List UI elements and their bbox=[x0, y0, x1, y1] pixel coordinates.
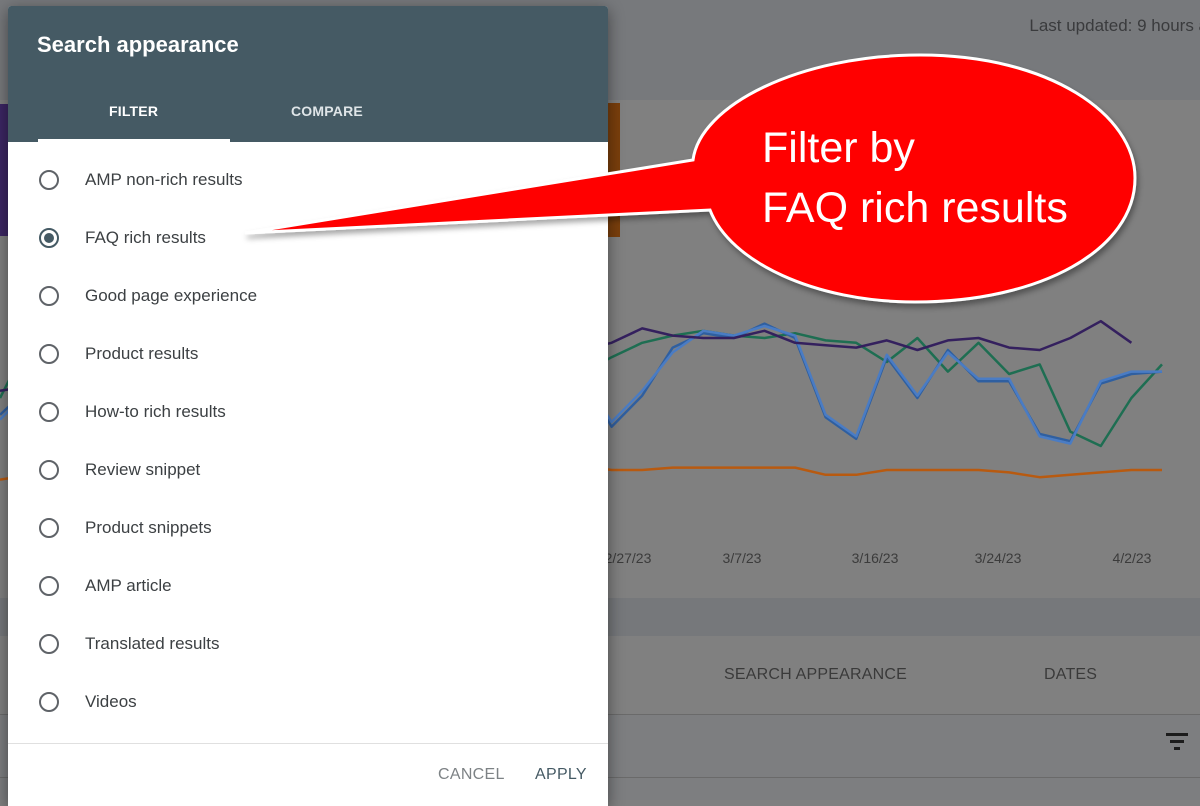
apply-button[interactable]: APPLY bbox=[535, 766, 587, 784]
option-item[interactable]: AMP article bbox=[8, 557, 608, 615]
option-label: Videos bbox=[85, 692, 137, 711]
cancel-button[interactable]: CANCEL bbox=[438, 766, 505, 784]
tab-search-appearance[interactable]: SEARCH APPEARANCE bbox=[724, 666, 907, 684]
option-item[interactable]: AMP non-rich results bbox=[8, 151, 608, 209]
radio-unchecked-icon[interactable] bbox=[39, 518, 59, 538]
callout-line-2: FAQ rich results bbox=[762, 184, 1068, 232]
option-item[interactable]: Product results bbox=[8, 325, 608, 383]
option-item[interactable]: Good page experience bbox=[8, 267, 608, 325]
x-tick-label: 3/24/23 bbox=[975, 550, 1022, 566]
option-item[interactable]: How-to rich results bbox=[8, 383, 608, 441]
dialog-header: Search appearance FILTER COMPARE bbox=[8, 6, 608, 142]
metric-tab-position bbox=[608, 103, 620, 237]
radio-unchecked-icon[interactable] bbox=[39, 576, 59, 596]
dialog-title: Search appearance bbox=[37, 32, 239, 57]
option-item[interactable]: Review snippet bbox=[8, 441, 608, 499]
radio-unchecked-icon[interactable] bbox=[39, 634, 59, 654]
tab-filter[interactable]: FILTER bbox=[109, 103, 158, 119]
option-label: Product snippets bbox=[85, 518, 212, 537]
option-label: Review snippet bbox=[85, 460, 201, 479]
footer-divider bbox=[8, 743, 608, 744]
x-tick-label: 3/7/23 bbox=[723, 550, 762, 566]
radio-unchecked-icon[interactable] bbox=[39, 286, 59, 306]
active-tab-indicator bbox=[38, 139, 230, 142]
option-item[interactable]: Translated results bbox=[8, 615, 608, 673]
radio-checked-icon[interactable] bbox=[39, 228, 59, 248]
x-tick-label: 4/2/23 bbox=[1113, 550, 1152, 566]
option-label: FAQ rich results bbox=[85, 228, 206, 247]
option-item[interactable]: Product snippets bbox=[8, 499, 608, 557]
callout-text: Filter by FAQ rich results bbox=[762, 118, 1068, 238]
radio-unchecked-icon[interactable] bbox=[39, 692, 59, 712]
tab-compare[interactable]: COMPARE bbox=[291, 103, 363, 119]
option-label: Good page experience bbox=[85, 286, 258, 305]
last-updated-text: Last updated: 9 hours a bbox=[1029, 16, 1200, 35]
tab-dates[interactable]: DATES bbox=[1044, 666, 1097, 684]
option-item[interactable]: FAQ rich results bbox=[8, 209, 608, 267]
option-label: Product results bbox=[85, 344, 199, 363]
search-appearance-dialog: Search appearance FILTER COMPARE AMP non… bbox=[8, 6, 608, 806]
radio-unchecked-icon[interactable] bbox=[39, 460, 59, 480]
callout-line-1: Filter by bbox=[762, 124, 915, 172]
radio-unchecked-icon[interactable] bbox=[39, 402, 59, 422]
option-label: Translated results bbox=[85, 634, 220, 653]
option-label: AMP article bbox=[85, 576, 172, 595]
option-label: How-to rich results bbox=[85, 402, 226, 421]
x-tick-label: 3/16/23 bbox=[852, 550, 899, 566]
option-item[interactable]: Videos bbox=[8, 673, 608, 731]
radio-unchecked-icon[interactable] bbox=[39, 344, 59, 364]
option-label: AMP non-rich results bbox=[85, 170, 243, 189]
radio-unchecked-icon[interactable] bbox=[39, 170, 59, 190]
filter-list-icon[interactable] bbox=[1164, 733, 1190, 753]
x-tick-label: 2/27/23 bbox=[605, 550, 652, 566]
